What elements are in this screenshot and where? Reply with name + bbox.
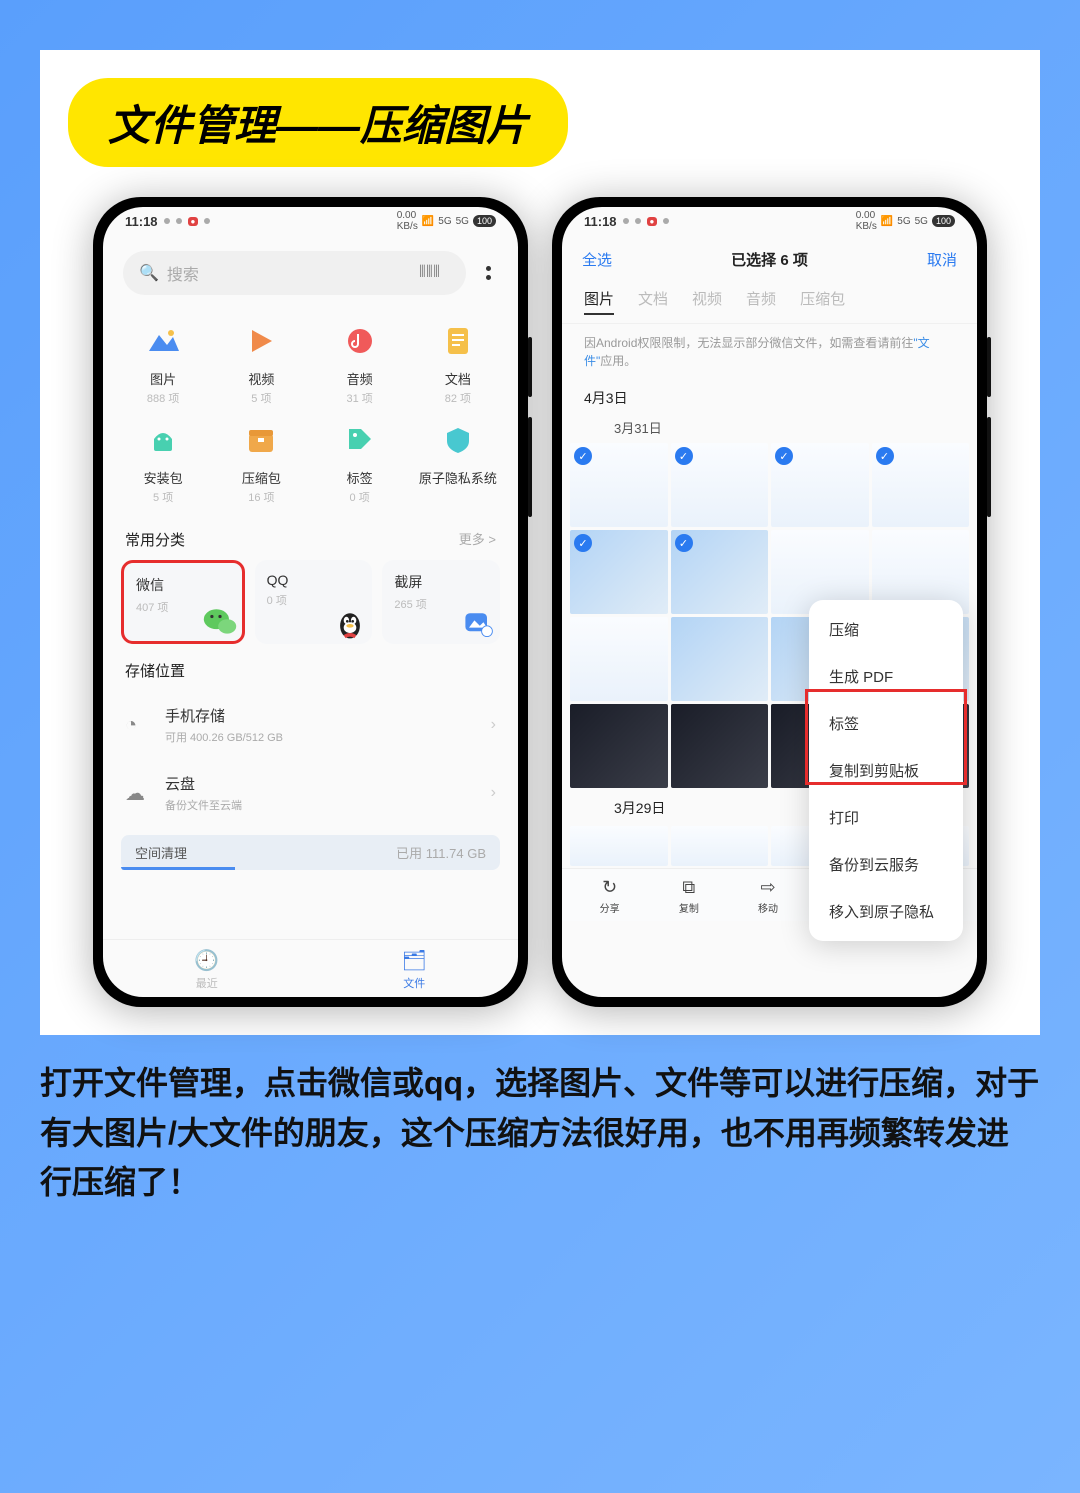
tab-images[interactable]: 图片: [584, 288, 614, 315]
search-input[interactable]: 🔍 搜索 ⦀⦀⦀: [123, 251, 466, 295]
thumbnail[interactable]: [671, 704, 769, 788]
nav-files[interactable]: 🗂文件: [311, 940, 519, 997]
phone-storage-row[interactable]: ◔ 手机存储可用 400.26 GB/512 GB ›: [103, 691, 518, 759]
search-icon: 🔍: [139, 263, 159, 283]
common-heading: 常用分类: [125, 529, 185, 550]
wechat-icon: [202, 603, 238, 639]
checkmark-icon: ✓: [675, 447, 693, 465]
category-images[interactable]: 图片888 项: [117, 321, 209, 406]
context-menu: 压缩 生成 PDF 标签 复制到剪贴板 打印 备份到云服务 移入到原子隐私: [809, 600, 963, 941]
qq-icon: [332, 606, 368, 642]
thumbnail[interactable]: [671, 617, 769, 701]
checkmark-icon: ✓: [876, 447, 894, 465]
share-icon: ↻: [600, 877, 620, 898]
page-title-banner: 文件管理——压缩图片: [68, 78, 568, 167]
category-privacy[interactable]: 原子隐私系统: [412, 420, 504, 505]
menu-backup-cloud[interactable]: 备份到云服务: [809, 841, 963, 888]
cloud-icon: ☁: [125, 781, 153, 806]
permission-notice: 因Android权限限制，无法显示部分微信文件，如需查看请前往"文件"应用。: [562, 324, 977, 380]
folder-icon: 🗂: [311, 948, 519, 973]
screenshot-icon: [460, 606, 496, 642]
thumbnail[interactable]: [671, 826, 769, 866]
cloud-storage-row[interactable]: ☁ 云盘备份文件至云端 ›: [103, 759, 518, 827]
thumbnail[interactable]: ✓: [771, 443, 869, 527]
menu-generate-pdf[interactable]: 生成 PDF: [809, 653, 963, 700]
menu-more-icon[interactable]: [478, 266, 498, 280]
menu-clipboard[interactable]: 复制到剪贴板: [809, 747, 963, 794]
more-link[interactable]: 更多 >: [459, 529, 496, 550]
checkmark-icon: ✓: [574, 447, 592, 465]
pie-icon: ◔: [125, 714, 153, 737]
caption-text: 打开文件管理，点击微信或qq，选择图片、文件等可以进行压缩，对于有大图片/大文件…: [40, 1059, 1040, 1208]
copy-icon: ⧉: [679, 877, 699, 898]
move-icon: ⇨: [758, 877, 778, 898]
nav-recent[interactable]: 🕘最近: [103, 940, 311, 997]
thumbnail[interactable]: ✓: [671, 530, 769, 614]
common-qq-card[interactable]: QQ 0 项: [255, 560, 373, 644]
network-icon: 0.00KB/s: [397, 210, 418, 232]
category-audio[interactable]: 音频31 项: [314, 321, 406, 406]
status-bar: 11:18● 0.00KB/s📶5G5G100: [562, 207, 977, 235]
thumbnail[interactable]: ✓: [671, 443, 769, 527]
storage-heading: 存储位置: [125, 660, 185, 681]
phone-mockup-right: 11:18● 0.00KB/s📶5G5G100 全选 已选择 6 项 取消 图片…: [552, 197, 987, 1007]
thumbnail[interactable]: [570, 826, 668, 866]
thumbnail[interactable]: ✓: [872, 443, 970, 527]
tab-docs[interactable]: 文档: [638, 288, 668, 315]
checkmark-icon: ✓: [775, 447, 793, 465]
thumbnail[interactable]: [570, 617, 668, 701]
cancel-button[interactable]: 取消: [927, 249, 957, 270]
menu-move-privacy[interactable]: 移入到原子隐私: [809, 888, 963, 935]
chevron-right-icon: ›: [491, 784, 496, 802]
common-wechat-card[interactable]: 微信 407 项: [121, 560, 245, 644]
tab-video[interactable]: 视频: [692, 288, 722, 315]
clock-icon: 🕘: [103, 948, 311, 973]
voice-input-icon[interactable]: ⦀⦀⦀: [419, 264, 440, 282]
thumbnail[interactable]: ✓: [570, 530, 668, 614]
thumbnail[interactable]: [570, 704, 668, 788]
select-all-button[interactable]: 全选: [582, 249, 612, 270]
date-group-apr3: 4月3日: [562, 380, 977, 414]
category-video[interactable]: 视频5 项: [215, 321, 307, 406]
category-apk[interactable]: 安装包5 项: [117, 420, 209, 505]
clock-text: 11:18: [125, 214, 158, 229]
copy-button[interactable]: ⧉复制: [679, 877, 699, 915]
category-docs[interactable]: 文档82 项: [412, 321, 504, 406]
phone-mockup-left: 11:18● 0.00KB/s📶5G5G100 🔍 搜索 ⦀⦀⦀ 图片888 项: [93, 197, 528, 1007]
category-archive[interactable]: 压缩包16 项: [215, 420, 307, 505]
checkmark-icon: ✓: [675, 534, 693, 552]
menu-print[interactable]: 打印: [809, 794, 963, 841]
common-screenshot-card[interactable]: 截屏 265 项: [382, 560, 500, 644]
date-group-mar31: 3月31日: [562, 414, 977, 441]
menu-compress[interactable]: 压缩: [809, 606, 963, 653]
share-button[interactable]: ↻分享: [600, 877, 620, 915]
menu-tag[interactable]: 标签: [809, 700, 963, 747]
checkmark-icon: ✓: [574, 534, 592, 552]
tab-archive[interactable]: 压缩包: [800, 288, 845, 315]
search-placeholder: 搜索: [167, 261, 199, 285]
thumbnail[interactable]: ✓: [570, 443, 668, 527]
chevron-right-icon: ›: [491, 716, 496, 734]
category-tags[interactable]: 标签0 项: [314, 420, 406, 505]
battery-icon: 100: [473, 215, 496, 227]
storage-clean-bar[interactable]: 空间清理 已用 111.74 GB: [121, 835, 500, 870]
move-button[interactable]: ⇨移动: [758, 877, 778, 915]
selection-title: 已选择 6 项: [731, 249, 808, 270]
tab-audio[interactable]: 音频: [746, 288, 776, 315]
status-bar: 11:18● 0.00KB/s📶5G5G100: [103, 207, 518, 235]
